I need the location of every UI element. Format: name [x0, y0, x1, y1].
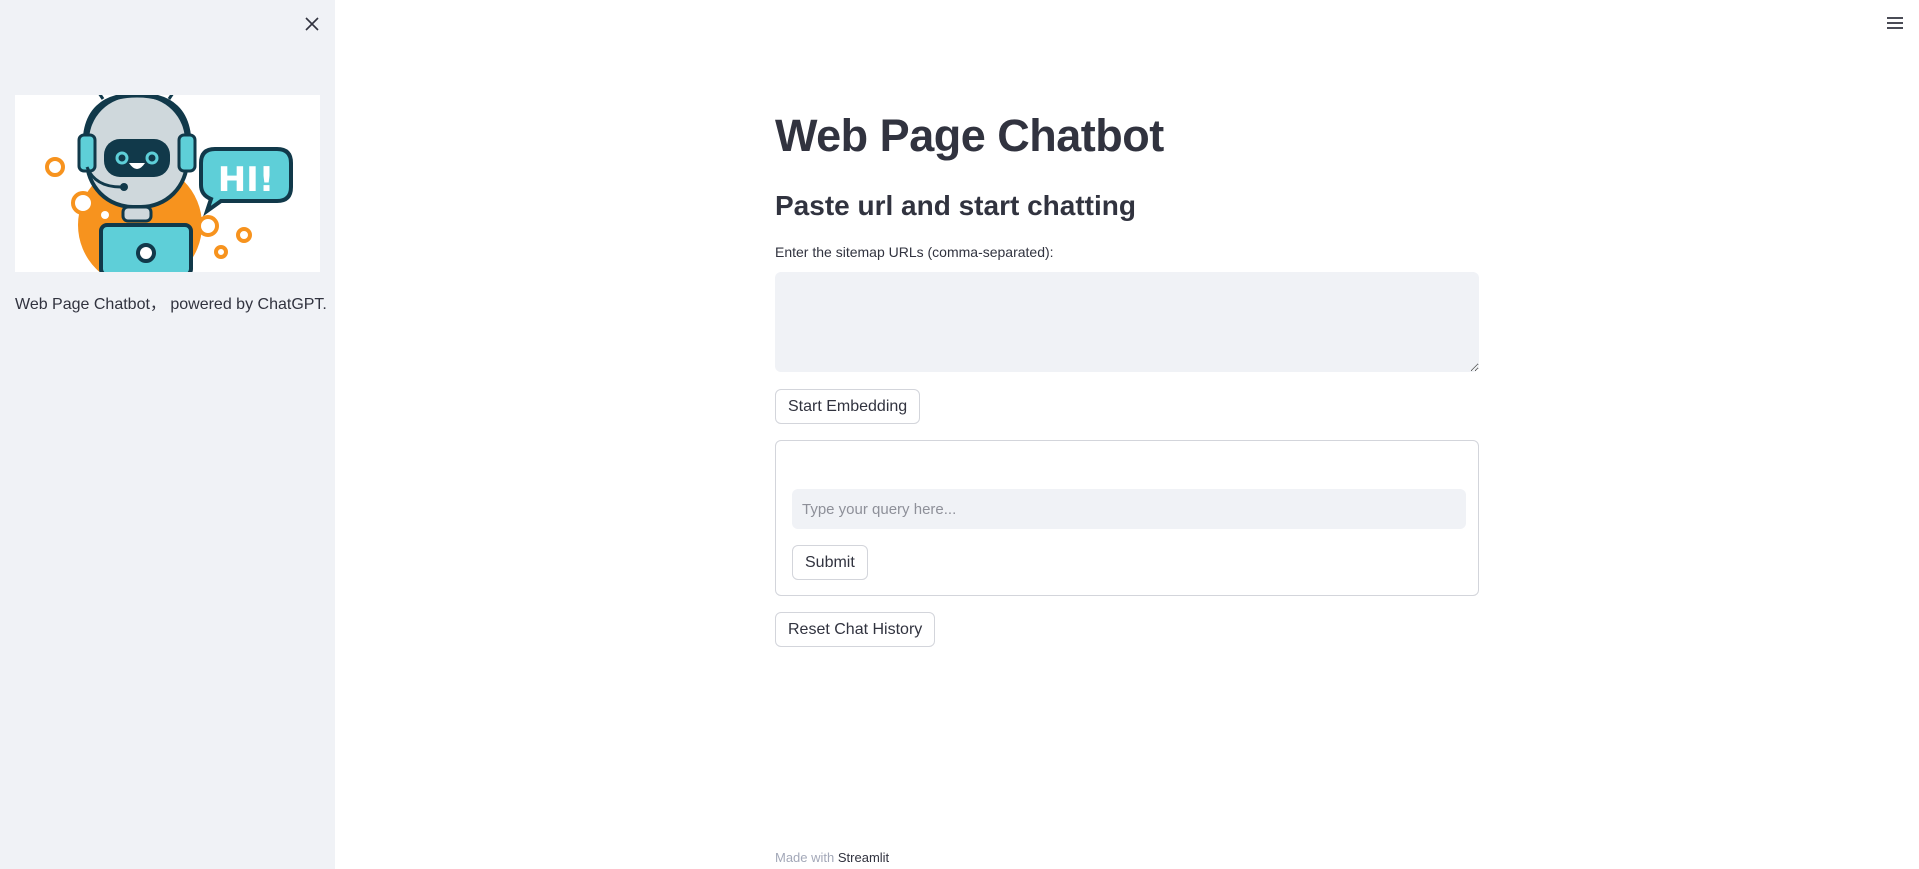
sidebar-caption: Web Page Chatbot， powered by ChatGPT. [15, 296, 327, 313]
hamburger-menu-icon [1887, 17, 1903, 29]
submit-button[interactable]: Submit [792, 545, 868, 580]
streamlit-link[interactable]: Streamlit [838, 850, 889, 865]
sitemap-urls-label: Enter the sitemap URLs (comma-separated)… [775, 244, 1054, 260]
chatbot-illustration: HI! [15, 95, 320, 272]
sidebar: HI! Web Page Chatbot， powered by ChatGPT… [0, 0, 335, 869]
close-icon [305, 17, 319, 31]
speech-bubble-text: HI! [218, 160, 275, 200]
start-embedding-button[interactable]: Start Embedding [775, 389, 921, 424]
footer-prefix: Made with [775, 850, 838, 865]
footer: Made with Streamlit [775, 850, 889, 865]
sitemap-urls-textarea[interactable] [775, 272, 1479, 372]
close-sidebar-button[interactable] [300, 12, 324, 36]
query-form: Submit [775, 440, 1479, 596]
reset-chat-history-button[interactable]: Reset Chat History [775, 612, 936, 647]
main-menu-button[interactable] [1880, 10, 1910, 36]
page-subtitle: Paste url and start chatting [775, 190, 1136, 221]
query-input[interactable] [792, 489, 1466, 529]
page-title: Web Page Chatbot [775, 110, 1164, 161]
